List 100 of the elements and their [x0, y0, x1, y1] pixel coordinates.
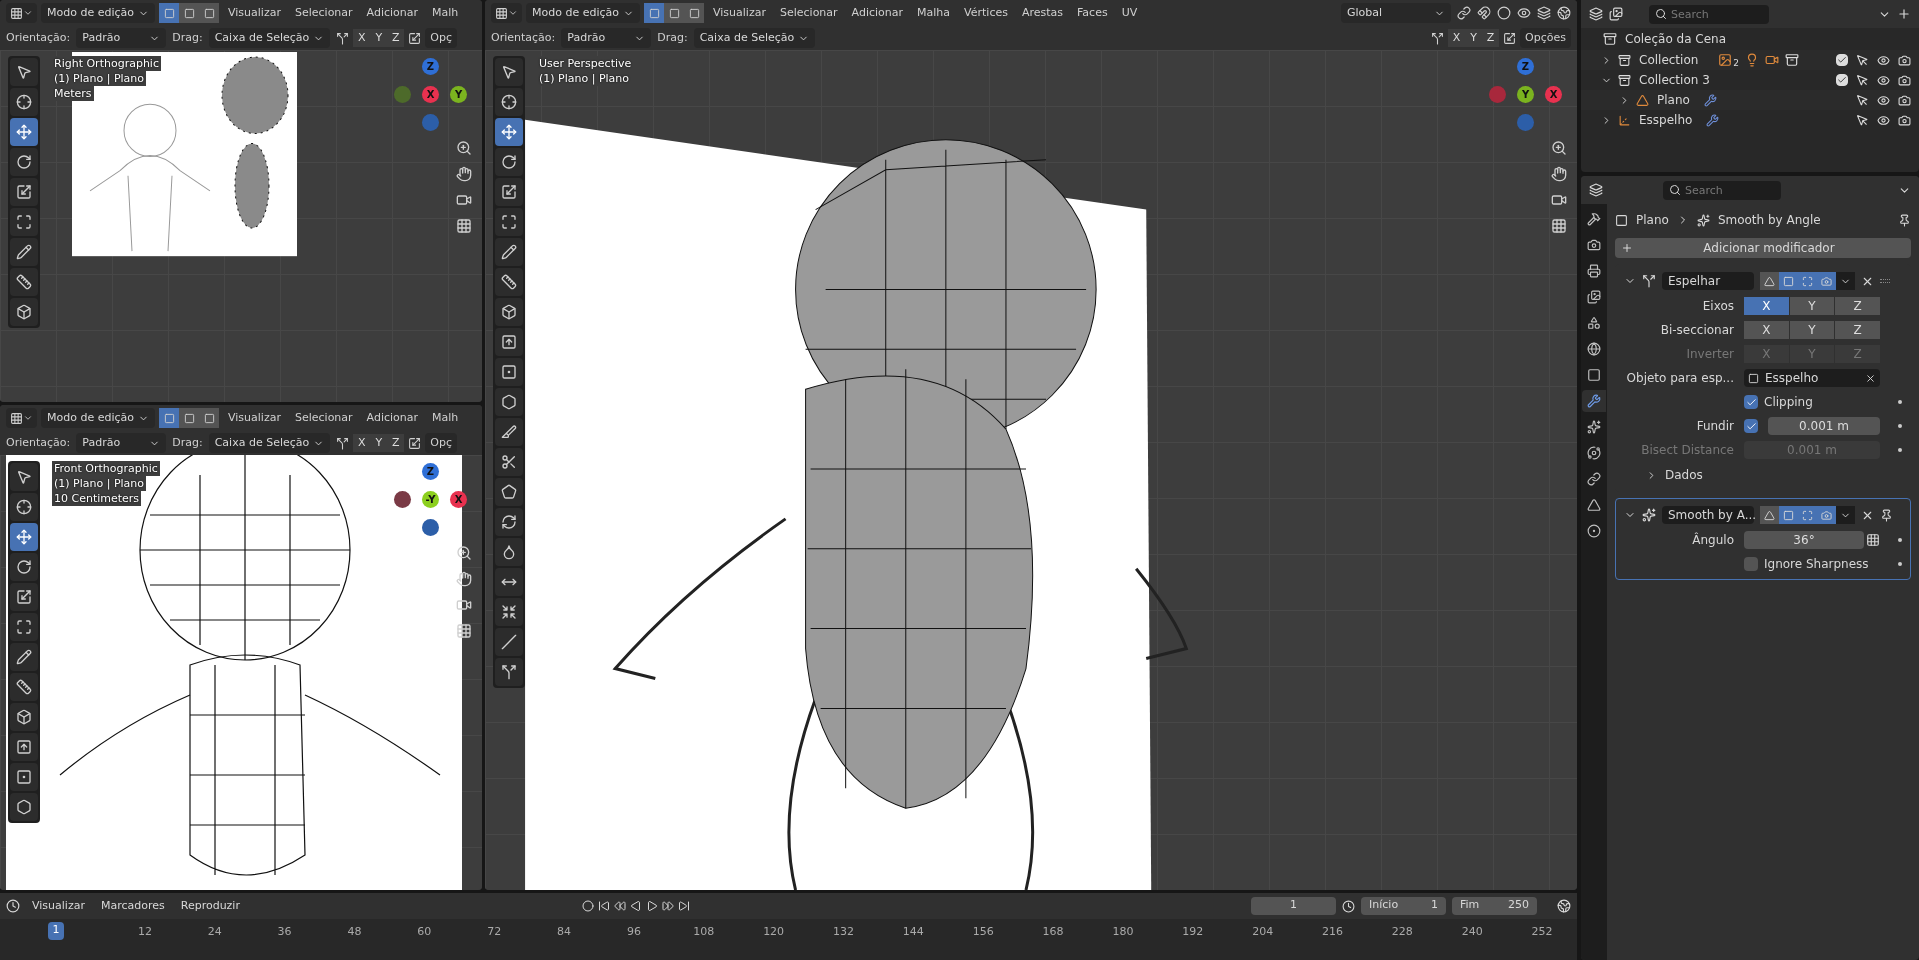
modifier-name-field[interactable]: Espelhar [1662, 272, 1754, 290]
mode-dropdown[interactable]: Modo de edição [526, 3, 640, 23]
frame-number: 204 [1251, 924, 1275, 940]
axis-toggle[interactable]: Y [1465, 29, 1483, 47]
frame-number: 72 [486, 924, 503, 940]
menu-item[interactable]: Visualizar [223, 4, 286, 22]
frame-number: 216 [1321, 924, 1344, 940]
axis-toggle[interactable]: Z [1835, 297, 1880, 315]
subpanel-label: Dados [1665, 467, 1703, 484]
viewport[interactable]: Modo de edição Visualizar Selecionar Adicionar Malha Vértices Arestas Faces UV Global Orientação: Padrão Drag: Caixa de Seleção X Y Z Opções User Perspective (1) Plano | Plano Z Y X [485, 0, 1577, 890]
drag-dropdown[interactable]: Caixa de Seleção [208, 433, 331, 453]
breadcrumb-item: Plano [1636, 212, 1669, 229]
orientation-dropdown[interactable]: Padrão [561, 28, 652, 48]
axis-toggle[interactable]: Z [387, 434, 405, 452]
axis-toggle[interactable]: X [1744, 297, 1789, 315]
property-label: Bi-seccionar [1659, 322, 1734, 339]
frame-number: 240 [1460, 924, 1484, 940]
menu-item[interactable]: Selecionar [774, 4, 843, 22]
menu-item[interactable]: Marcadores [96, 897, 169, 915]
frame-number: 12 [136, 924, 153, 940]
axis-toggle[interactable]: X [353, 29, 371, 47]
property-label: Fundir [1695, 418, 1734, 435]
viewport-info-text: 10 Centimeters [52, 491, 142, 506]
viewport-info-text: (1) Plano | Plano [52, 71, 147, 86]
checkbox-label: Ignore Sharpness [1764, 556, 1870, 573]
angle-field[interactable]: 36° [1744, 531, 1864, 549]
options-dropdown[interactable]: Opç [425, 433, 457, 453]
frame-number: 48 [346, 924, 363, 940]
frame-number: 168 [1041, 924, 1065, 940]
viewport-info-text: (1) Plano | Plano [537, 71, 632, 86]
menu-item[interactable]: Vértices [959, 4, 1013, 22]
object-field[interactable]: Esspelho [1744, 369, 1880, 387]
outliner-item-name: Collection [1639, 52, 1699, 69]
frame-number: 120 [762, 924, 786, 940]
outliner-row[interactable]: Esspelho [1581, 110, 1919, 130]
axis-toggle[interactable]: Y [1789, 321, 1835, 339]
transform-orientation-dropdown[interactable]: Global [1341, 3, 1451, 23]
viewport[interactable]: Modo de edição Visualizar Selecionar Adicionar Malh Orientação: Padrão Drag: Caixa de Seleção X Y Z Opç Front Orthographic (1) Plano | Plano 10 Centimeters Z -Y X [0, 405, 482, 890]
count-label: 2 [1733, 57, 1740, 71]
menu-item[interactable]: Visualizar [28, 897, 89, 915]
orientation-dropdown[interactable]: Padrão [76, 433, 167, 453]
frame-number: 96 [625, 924, 642, 940]
outliner-item-name: Esspelho [1639, 112, 1693, 129]
number-field[interactable]: 0.001 m [1768, 417, 1880, 435]
mode-dropdown[interactable]: Modo de edição [41, 3, 155, 23]
axis-toggle[interactable]: X [353, 434, 371, 452]
outliner-row[interactable]: Collection 3 [1581, 70, 1919, 90]
menu-item[interactable]: Malh [427, 409, 464, 427]
menu-item[interactable]: Visualizar [223, 409, 286, 427]
menu-item[interactable]: Faces [1072, 4, 1113, 22]
options-dropdown[interactable]: Opç [425, 28, 457, 48]
frame-number: 84 [556, 924, 573, 940]
current-frame-field[interactable]: 1 [1251, 897, 1336, 915]
axis-toggle[interactable]: X [1744, 321, 1789, 339]
axis-toggle[interactable]: Y [370, 29, 388, 47]
axis-toggle[interactable]: Z [1482, 29, 1500, 47]
add-modifier-button[interactable]: Adicionar modificador [1615, 238, 1911, 258]
scene-collection-title: Coleção da Cena [1625, 31, 1727, 48]
frame-number: 180 [1111, 924, 1135, 940]
outliner-item-name: Plano [1657, 92, 1690, 109]
orientation-dropdown[interactable]: Padrão [76, 28, 167, 48]
orientation-label: Orientação: [6, 434, 71, 451]
drag-dropdown[interactable]: Caixa de Seleção [693, 28, 816, 48]
mode-dropdown[interactable]: Modo de edição [41, 408, 155, 428]
menu-item[interactable]: Arestas [1016, 4, 1069, 22]
start-frame-field[interactable]: Início 1 [1361, 897, 1446, 915]
drag-label: Drag: [657, 29, 688, 46]
frame-number: 156 [971, 924, 995, 940]
menu-item[interactable]: Adicionar [361, 4, 424, 22]
frame-number: 36 [276, 924, 293, 940]
axis-toggle[interactable]: X [1448, 29, 1466, 47]
axis-toggle[interactable]: Z [387, 29, 405, 47]
menu-item[interactable]: Selecionar [289, 409, 358, 427]
search-field[interactable]: Search [1663, 180, 1781, 200]
property-label: Objeto para esp... [1625, 370, 1734, 387]
drag-dropdown[interactable]: Caixa de Seleção [208, 28, 331, 48]
menu-item[interactable]: Adicionar [846, 4, 909, 22]
outliner-item-name: Collection 3 [1639, 72, 1710, 89]
viewport-info-text: Front Orthographic [52, 461, 160, 476]
end-frame-field[interactable]: Fim 250 [1452, 897, 1537, 915]
viewport-info-text: Right Orthographic [52, 56, 161, 71]
axis-toggle[interactable]: Y [370, 434, 388, 452]
menu-item[interactable]: Visualizar [708, 4, 771, 22]
frame-number: 108 [692, 924, 716, 940]
viewport[interactable]: Modo de edição Visualizar Selecionar Adicionar Malh Orientação: Padrão Drag: Caixa de Seleção X Y Z Opç Right Orthographic (1) Plano | Plano Meters Z X Y [0, 0, 482, 402]
modifier-name-field[interactable]: Smooth by A... [1662, 506, 1754, 524]
frame-number: 144 [901, 924, 925, 940]
menu-item[interactable]: Reproduzir [176, 897, 244, 915]
playhead[interactable]: 1 [48, 922, 64, 940]
menu-item[interactable]: UV [1116, 4, 1143, 22]
viewport-info-text: Meters [52, 86, 94, 101]
options-dropdown[interactable]: Opções [1520, 28, 1571, 48]
subpanel-header[interactable]: Dados [1624, 463, 1902, 487]
axis-toggle[interactable]: Y [1789, 297, 1835, 315]
menu-item[interactable]: Malha [912, 4, 956, 22]
menu-item[interactable]: Selecionar [289, 4, 358, 22]
axis-toggle[interactable]: Z [1835, 321, 1880, 339]
search-field[interactable]: Search [1649, 4, 1769, 24]
menu-item[interactable]: Malh [427, 4, 464, 22]
menu-item[interactable]: Adicionar [361, 409, 424, 427]
